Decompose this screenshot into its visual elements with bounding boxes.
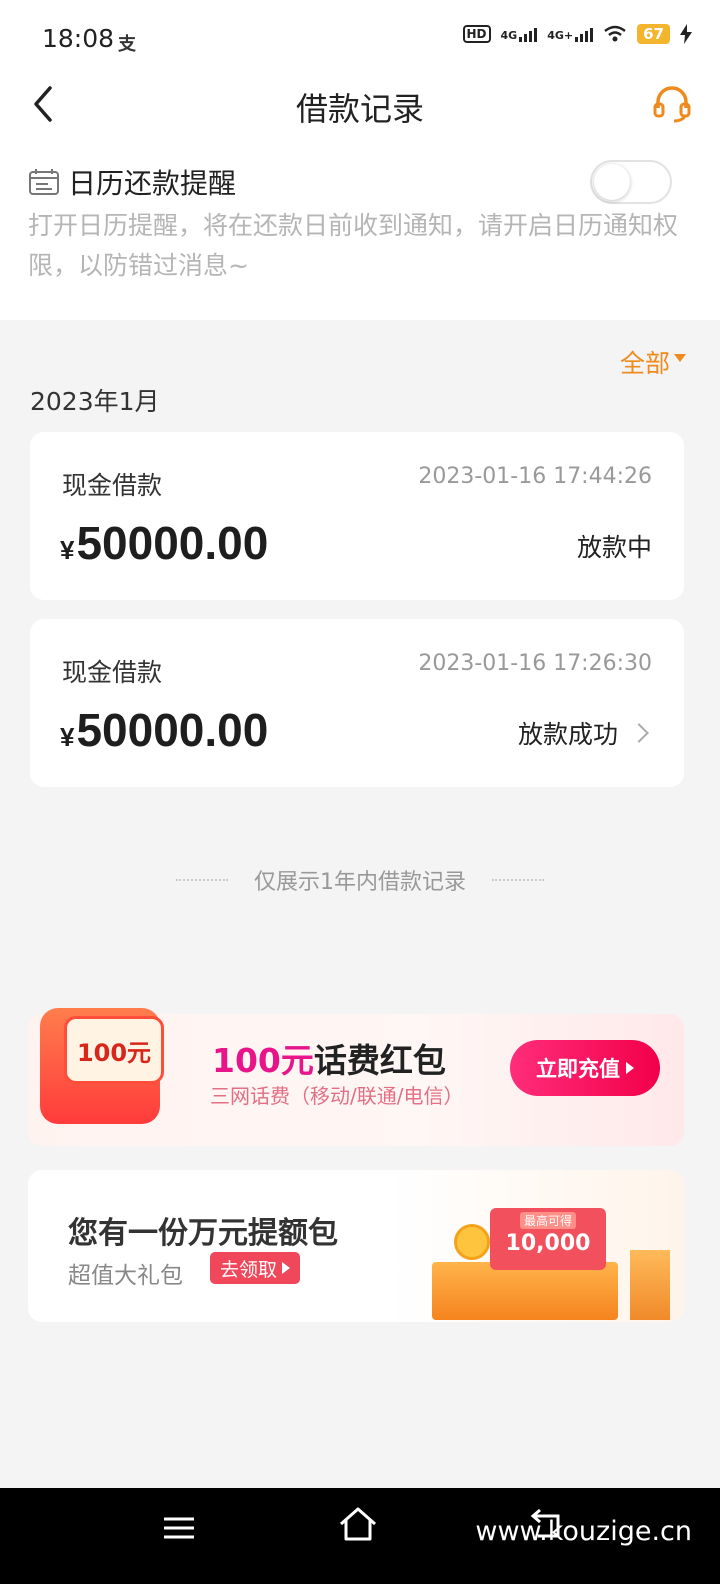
month-group-label: 2023年1月 — [30, 387, 160, 416]
loan-time: 2023-01-16 17:26:30 — [418, 651, 652, 676]
divider — [176, 879, 228, 881]
home-icon[interactable] — [338, 1506, 378, 1542]
status-time: 18:08 — [42, 24, 115, 53]
amount-value: 50000.00 — [76, 517, 269, 569]
loan-type: 现金借款 — [62, 658, 163, 687]
loan-status: 放款成功 — [518, 715, 652, 751]
toggle-knob — [594, 164, 630, 200]
charging-icon — [680, 24, 692, 44]
records-footer-note: 仅展示1年内借款记录 — [0, 864, 720, 896]
promo1-title-highlight: 100元 — [212, 1041, 314, 1080]
promo1-subtitle: 三网话费（移动/联通/电信） — [210, 1084, 464, 1108]
loan-amount: ¥50000.00 — [60, 703, 268, 757]
currency-symbol: ¥ — [60, 535, 75, 565]
filter-label: 全部 — [619, 349, 670, 378]
loan-type: 现金借款 — [62, 471, 163, 500]
status-text: 放款成功 — [517, 720, 618, 749]
calendar-reminder-toggle[interactable] — [590, 160, 672, 204]
claim-button[interactable]: 去领取 — [210, 1252, 301, 1284]
calendar-reminder-title: 日历还款提醒 — [68, 167, 237, 200]
play-arrow-icon — [626, 1062, 634, 1074]
loan-status: 放款中 — [577, 528, 652, 564]
status-text: 放款中 — [576, 533, 652, 562]
footer-note-text: 仅展示1年内借款记录 — [254, 870, 466, 895]
recharge-button-label: 立即充值 — [536, 1057, 620, 1081]
currency-symbol: ¥ — [60, 722, 75, 752]
signal-4g-icon: 4G — [501, 26, 538, 42]
loan-record-card[interactable]: 现金借款 2023-01-16 17:44:26 ¥50000.00 放款中 — [30, 432, 684, 600]
signal-bars-icon — [575, 26, 594, 42]
calendar-reminder-description: 打开日历提醒，将在还款日前收到通知，请开启日历通知权限，以防错过消息~ — [28, 211, 679, 280]
ticket-small-label: 最高可得 — [519, 1212, 576, 1229]
ticket-amount: 10,000 — [505, 1231, 591, 1256]
caret-down-icon — [674, 354, 686, 362]
gift-box-illustration — [432, 1262, 618, 1320]
page-title: 借款记录 — [295, 90, 424, 128]
loan-record-card[interactable]: 现金借款 2023-01-16 17:26:30 ¥50000.00 放款成功 — [30, 619, 684, 787]
amount-value: 50000.00 — [76, 704, 269, 756]
signal-bars-icon — [519, 26, 538, 42]
status-app-glyph: 支 — [118, 34, 136, 55]
promo2-title: 您有一份万元提额包 — [68, 1216, 338, 1251]
gift-box-illustration — [630, 1250, 670, 1320]
claim-button-label: 去领取 — [220, 1258, 278, 1281]
net-label-2: 4G+ — [547, 29, 574, 42]
divider — [492, 879, 544, 881]
status-indicators: HD 4G 4G+ 67 — [462, 24, 692, 44]
red-envelope-badge: 100元 — [64, 1016, 164, 1084]
coin-icon — [454, 1224, 490, 1260]
signal-4gplus-icon: 4G+ — [547, 26, 594, 42]
promo1-title-rest: 话费红包 — [313, 1041, 446, 1080]
hd-icon: HD — [462, 25, 491, 43]
promo1-title: 100元话费红包 — [212, 1034, 446, 1082]
play-arrow-icon — [282, 1262, 291, 1274]
net-label-1: 4G — [500, 29, 518, 42]
credit-ticket-illustration: 最高可得 10,000 — [490, 1208, 606, 1270]
chevron-right-icon — [629, 723, 649, 743]
menu-icon[interactable] — [164, 1516, 194, 1540]
record-filter-dropdown[interactable]: 全部 — [620, 344, 686, 380]
battery-icon: 67 — [637, 24, 670, 44]
wifi-icon — [604, 25, 626, 42]
calendar-icon — [29, 169, 59, 195]
customer-service-headset-icon[interactable] — [652, 84, 692, 124]
watermark-text: www.kouzige.cn — [475, 1516, 692, 1547]
promo2-subtitle: 超值大礼包 — [68, 1263, 183, 1289]
loan-amount: ¥50000.00 — [60, 516, 268, 570]
loan-time: 2023-01-16 17:44:26 — [418, 464, 652, 489]
recharge-now-button[interactable]: 立即充值 — [510, 1040, 660, 1096]
